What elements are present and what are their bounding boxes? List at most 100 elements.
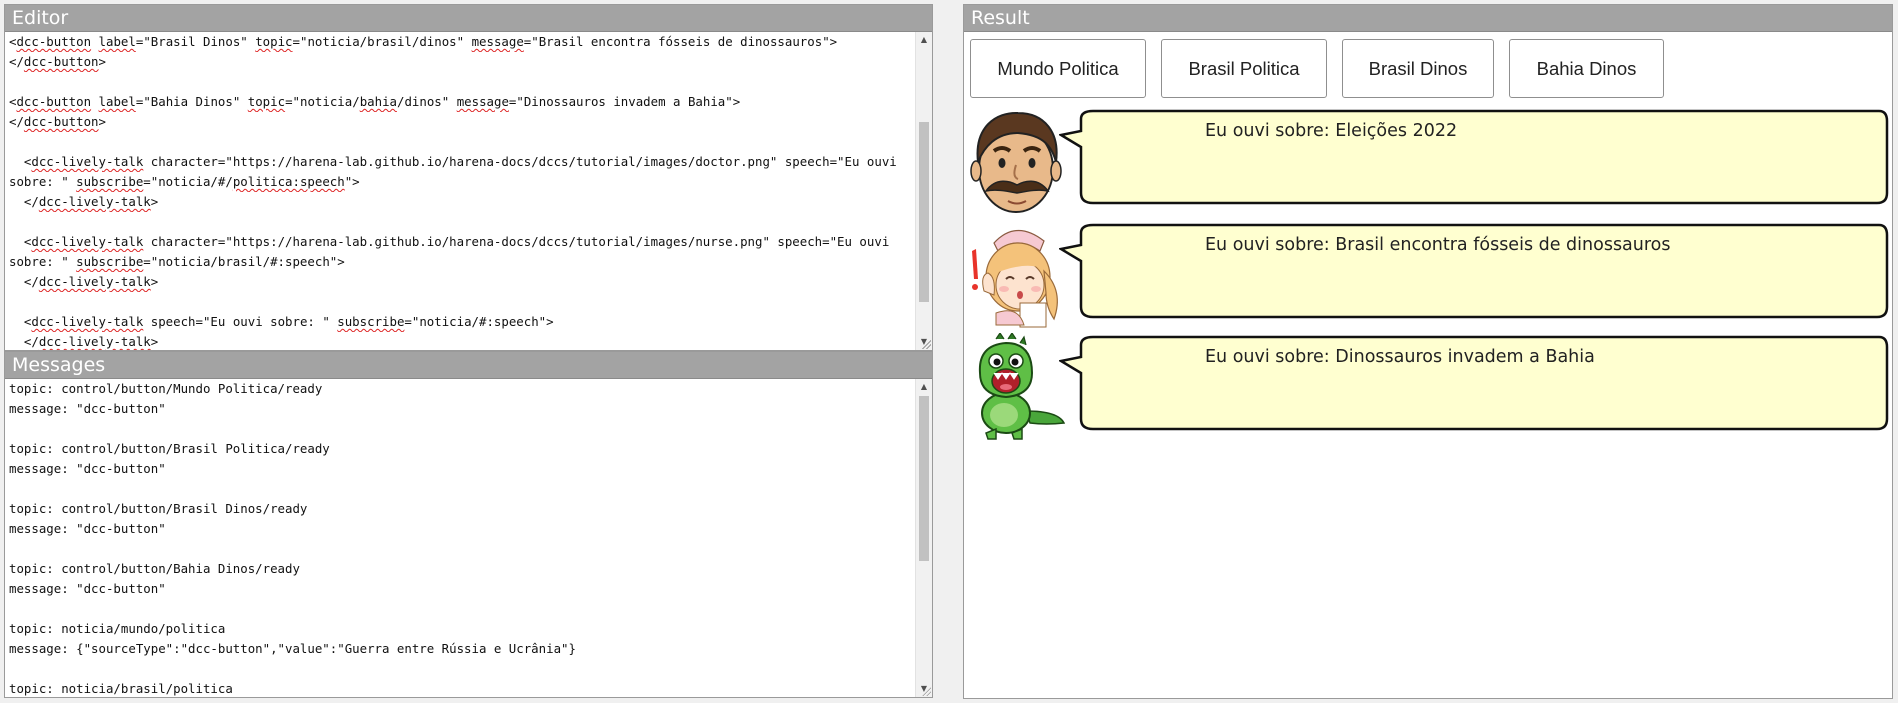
messages-title: Messages bbox=[5, 352, 932, 379]
editor-line: </dcc-lively-talk> bbox=[9, 332, 911, 350]
message-line: topic: noticia/brasil/politica bbox=[9, 681, 233, 696]
speech-text: Eu ouvi sobre: Eleições 2022 bbox=[1205, 121, 1458, 141]
editor-line: </dcc-button> bbox=[9, 112, 911, 132]
code-token: ="Brasil Dinos" bbox=[135, 34, 256, 49]
editor-line: <dcc-lively-talk character="https://hare… bbox=[9, 232, 911, 252]
editor-line: <dcc-lively-talk speech="Eu ouvi sobre: … bbox=[9, 312, 911, 332]
code-token: sobre: " bbox=[9, 174, 77, 189]
mundo-politica-button[interactable]: Mundo Politica bbox=[970, 39, 1146, 98]
brasil-dinos-button[interactable]: Brasil Dinos bbox=[1342, 39, 1494, 98]
misspelled-token: bahia bbox=[359, 94, 397, 109]
message-line bbox=[9, 479, 911, 499]
message-line: topic: noticia/mundo/politica bbox=[9, 621, 226, 636]
code-token: < bbox=[9, 154, 32, 169]
code-token: < bbox=[9, 314, 32, 329]
speech-text: Eu ouvi sobre: Dinossauros invadem a Bah… bbox=[1205, 347, 1595, 367]
resize-grip-icon[interactable] bbox=[921, 339, 931, 349]
message-line bbox=[9, 419, 911, 439]
editor-line: <dcc-lively-talk character="https://hare… bbox=[9, 152, 911, 172]
misspelled-token: dcc-button bbox=[16, 34, 92, 49]
code-token: ="Brasil encontra fósseis de dinossauros… bbox=[523, 34, 838, 49]
misspelled-token: topic bbox=[255, 34, 293, 49]
misspelled-token: dcc-lively-talk bbox=[31, 154, 144, 169]
speech-text: Eu ouvi sobre: Brasil encontra fósseis d… bbox=[1205, 235, 1671, 255]
code-token: ="noticia/brasil/#:speech"> bbox=[143, 254, 345, 269]
messages-scroll-thumb[interactable] bbox=[919, 396, 929, 561]
dino-avatar bbox=[966, 331, 1068, 441]
brasil-politica-button[interactable]: Brasil Politica bbox=[1161, 39, 1327, 98]
code-token: ="noticia/#/ bbox=[143, 174, 233, 189]
scroll-up-arrow-icon[interactable]: ▲ bbox=[916, 32, 932, 48]
editor-textarea[interactable]: <dcc-button label="Brasil Dinos" topic="… bbox=[5, 32, 915, 350]
message-line: message: {"sourceType":"dcc-button","val… bbox=[9, 641, 576, 656]
misspelled-token: topic bbox=[247, 94, 286, 109]
message-line: topic: control/button/Mundo Politica/rea… bbox=[9, 381, 323, 396]
code-token: </ bbox=[9, 54, 24, 69]
code-token: "> bbox=[344, 174, 360, 189]
message-line: topic: control/button/Bahia Dinos/ready bbox=[9, 561, 300, 576]
lively-talk-nurse: Eu ouvi sobre: Brasil encontra fósseis d… bbox=[966, 221, 1892, 329]
misspelled-token: subscribe bbox=[76, 254, 144, 269]
message-line: topic: control/button/Brasil Politica/re… bbox=[9, 441, 330, 456]
message-line: message: "dcc-button" bbox=[9, 521, 166, 536]
misspelled-token: dcc-button bbox=[23, 54, 99, 69]
misspelled-token: label bbox=[98, 34, 136, 49]
editor-line: sobre: " subscribe="noticia/brasil/#:spe… bbox=[9, 252, 911, 272]
scroll-up-arrow-icon[interactable]: ▲ bbox=[916, 379, 932, 395]
code-token: > bbox=[150, 334, 159, 349]
code-token: > bbox=[98, 54, 106, 69]
messages-scrollbar[interactable]: ▲ ▼ bbox=[915, 379, 932, 697]
misspelled-token: message bbox=[456, 94, 509, 109]
code-token: ="noticia/ bbox=[285, 94, 360, 109]
lively-talk-dino: Eu ouvi sobre: Dinossauros invadem a Bah… bbox=[966, 331, 1892, 441]
message-line: message: "dcc-button" bbox=[9, 461, 166, 476]
speech-bubble: Eu ouvi sobre: Brasil encontra fósseis d… bbox=[1059, 221, 1890, 321]
lively-talk-doctor: Eu ouvi sobre: Eleições 2022 bbox=[966, 107, 1892, 215]
message-line bbox=[9, 539, 911, 559]
editor-line: </dcc-button> bbox=[9, 52, 911, 72]
message-line: message: "dcc-button" bbox=[9, 581, 166, 596]
misspelled-token: dcc-button bbox=[16, 94, 92, 109]
code-token: > bbox=[150, 194, 159, 209]
editor-scroll-thumb[interactable] bbox=[919, 122, 929, 302]
bahia-dinos-button[interactable]: Bahia Dinos bbox=[1509, 39, 1664, 98]
editor-line: <dcc-button label="Brasil Dinos" topic="… bbox=[9, 32, 911, 52]
message-line: message: "dcc-button" bbox=[9, 401, 166, 416]
message-line bbox=[9, 659, 911, 679]
messages-log[interactable]: topic: control/button/Mundo Politica/rea… bbox=[5, 379, 915, 697]
code-token: ="noticia/brasil/dinos" bbox=[292, 34, 472, 49]
code-token: /dinos" bbox=[397, 94, 457, 109]
speech-bubble: Eu ouvi sobre: Eleições 2022 bbox=[1059, 107, 1890, 207]
editor-title: Editor bbox=[5, 5, 932, 32]
editor-scrollbar[interactable]: ▲ ▼ bbox=[915, 32, 932, 350]
code-token: < bbox=[9, 234, 32, 249]
code-token: speech="Eu ouvi sobre: " bbox=[143, 314, 338, 329]
resize-grip-icon[interactable] bbox=[921, 686, 931, 696]
misspelled-token: subscribe bbox=[337, 314, 405, 329]
code-token: ="Dinossauros invadem a Bahia"> bbox=[508, 94, 741, 109]
code-token: sobre: " bbox=[9, 254, 77, 269]
doctor-avatar bbox=[966, 107, 1068, 215]
misspelled-token: dcc-lively-talk bbox=[38, 274, 151, 289]
editor-panel: Editor <dcc-button label="Brasil Dinos" … bbox=[4, 4, 933, 351]
result-panel: Result Mundo Politica Brasil Politica Br… bbox=[963, 4, 1893, 699]
editor-line: </dcc-lively-talk> bbox=[9, 192, 911, 212]
editor-line: <dcc-button label="Bahia Dinos" topic="n… bbox=[9, 92, 911, 112]
code-token: </ bbox=[9, 194, 39, 209]
speech-bubble: Eu ouvi sobre: Dinossauros invadem a Bah… bbox=[1059, 333, 1890, 433]
code-token: </ bbox=[9, 114, 24, 129]
code-token: ="noticia/#:speech"> bbox=[404, 314, 554, 329]
misspelled-token: politica:speech bbox=[232, 174, 345, 189]
misspelled-token: dcc-lively-talk bbox=[31, 314, 144, 329]
misspelled-token: dcc-button bbox=[23, 114, 99, 129]
code-token: ="Bahia Dinos" bbox=[135, 94, 248, 109]
misspelled-token: subscribe bbox=[76, 174, 144, 189]
code-token: character="https://harena-lab.github.io/… bbox=[143, 154, 897, 169]
message-line: topic: control/button/Brasil Dinos/ready bbox=[9, 501, 308, 516]
code-token: > bbox=[150, 274, 159, 289]
code-token: </ bbox=[9, 334, 39, 349]
